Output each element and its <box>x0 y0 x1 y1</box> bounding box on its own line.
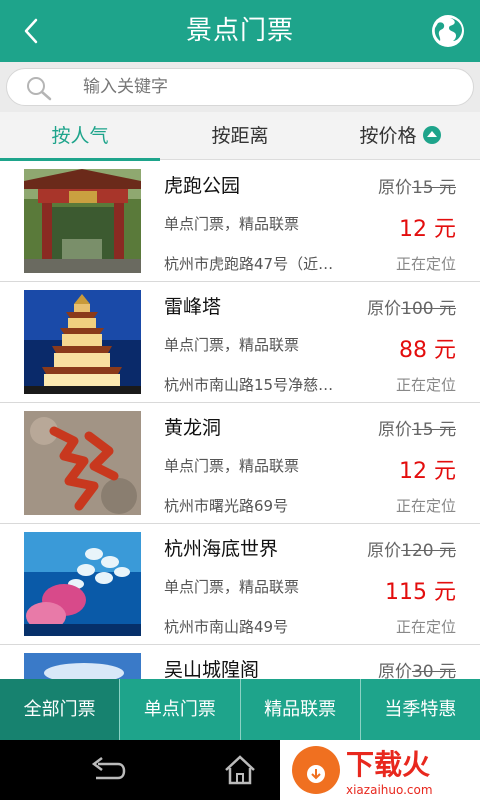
original-price-value: 120 元 <box>401 541 456 561</box>
current-price: 12 元 <box>399 459 456 484</box>
original-price: 原价15 元 <box>378 415 456 440</box>
original-price: 原价120 元 <box>367 536 456 561</box>
attraction-thumbnail <box>24 169 141 273</box>
search-icon <box>27 77 52 101</box>
original-price: 原价30 元 <box>378 657 456 679</box>
attraction-list[interactable]: 虎跑公园 原价15 元 单点门票，精品联票 12 元 杭州市虎跑路47号（近… … <box>0 161 480 679</box>
attraction-thumbnail <box>24 411 141 515</box>
attraction-name: 雷峰塔 <box>164 296 222 318</box>
sort-tabs: 按人气 按距离 按价格 <box>0 112 480 161</box>
ticket-type: 单点门票，精品联票 <box>164 457 300 475</box>
location-status: 正在定位 <box>395 255 456 273</box>
original-price-value: 30 元 <box>411 662 456 679</box>
original-price-prefix: 原价 <box>377 178 412 198</box>
tab-popularity[interactable]: 按人气 <box>0 112 160 161</box>
tab-single-tickets[interactable]: 单点门票 <box>120 679 241 740</box>
tab-label: 按价格 <box>359 125 417 147</box>
page-title: 景点门票 <box>185 16 294 46</box>
attraction-name: 虎跑公园 <box>164 175 241 197</box>
attraction-thumbnail <box>24 290 141 394</box>
home-nav-icon[interactable] <box>220 752 260 788</box>
original-price: 原价15 元 <box>378 173 456 198</box>
tab-price[interactable]: 按价格 <box>320 112 480 160</box>
tab-label: 按人气 <box>51 125 109 147</box>
tab-all-tickets[interactable]: 全部门票 <box>0 679 121 740</box>
category-tabs: 全部门票 单点门票 精品联票 当季特惠 <box>0 679 480 740</box>
list-item[interactable]: 黄龙洞 原价15 元 单点门票，精品联票 12 元 杭州市曙光路69号 正在定位 <box>0 403 480 524</box>
current-price: 88 元 <box>399 338 456 363</box>
list-item[interactable]: 杭州海底世界 原价120 元 单点门票，精品联票 115 元 杭州市南山路49号… <box>0 524 480 645</box>
original-price-value: 15 元 <box>411 420 456 440</box>
attraction-address: 杭州市曙光路69号 <box>164 497 289 515</box>
attraction-name: 黄龙洞 <box>164 417 222 439</box>
attraction-address: 杭州市虎跑路47号（近… <box>164 255 334 273</box>
attraction-address: 杭州市南山路49号 <box>164 618 289 636</box>
location-status: 正在定位 <box>395 376 456 394</box>
search-area <box>0 62 480 112</box>
search-box[interactable] <box>6 68 474 106</box>
attraction-name: 吴山城隍阁 <box>164 659 260 679</box>
attraction-thumbnail <box>24 653 141 679</box>
watermark-domain: xiazaihuo.com <box>346 783 433 797</box>
ticket-type: 单点门票，精品联票 <box>164 215 300 233</box>
original-price-prefix: 原价 <box>377 420 412 440</box>
sort-arrow-up-icon <box>422 125 441 144</box>
current-price: 115 元 <box>385 580 456 605</box>
globe-icon <box>432 15 464 47</box>
original-price-prefix: 原价 <box>367 541 402 561</box>
back-nav-icon[interactable] <box>88 752 128 788</box>
globe-button[interactable] <box>430 13 466 49</box>
original-price-value: 100 元 <box>401 299 456 319</box>
attraction-thumbnail <box>24 532 141 636</box>
tab-combo-tickets[interactable]: 精品联票 <box>241 679 361 740</box>
attraction-address: 杭州市南山路15号净慈… <box>164 376 334 394</box>
current-price: 12 元 <box>399 217 456 242</box>
tab-label: 按距离 <box>211 125 269 147</box>
list-item[interactable]: 雷峰塔 原价100 元 单点门票，精品联票 88 元 杭州市南山路15号净慈… … <box>0 282 480 403</box>
list-item[interactable]: 虎跑公园 原价15 元 单点门票，精品联票 12 元 杭州市虎跑路47号（近… … <box>0 161 480 282</box>
original-price: 原价100 元 <box>367 294 456 319</box>
ticket-type: 单点门票，精品联票 <box>164 336 300 354</box>
search-input[interactable] <box>83 69 453 105</box>
location-status: 正在定位 <box>395 618 456 636</box>
ticket-type: 单点门票，精品联票 <box>164 578 300 596</box>
watermark-brand: 下载火 <box>346 748 430 781</box>
watermark-logo: 下载火 xiazaihuo.com <box>280 740 480 800</box>
original-price-prefix: 原价 <box>367 299 402 319</box>
tab-distance[interactable]: 按距离 <box>160 112 320 160</box>
location-status: 正在定位 <box>395 497 456 515</box>
attraction-name: 杭州海底世界 <box>164 538 279 560</box>
list-item[interactable]: 吴山城隍阁 原价30 元 <box>0 645 480 679</box>
original-price-prefix: 原价 <box>377 662 412 679</box>
tab-seasonal-deals[interactable]: 当季特惠 <box>361 679 480 740</box>
header-bar: 景点门票 <box>0 0 480 62</box>
original-price-value: 15 元 <box>411 178 456 198</box>
